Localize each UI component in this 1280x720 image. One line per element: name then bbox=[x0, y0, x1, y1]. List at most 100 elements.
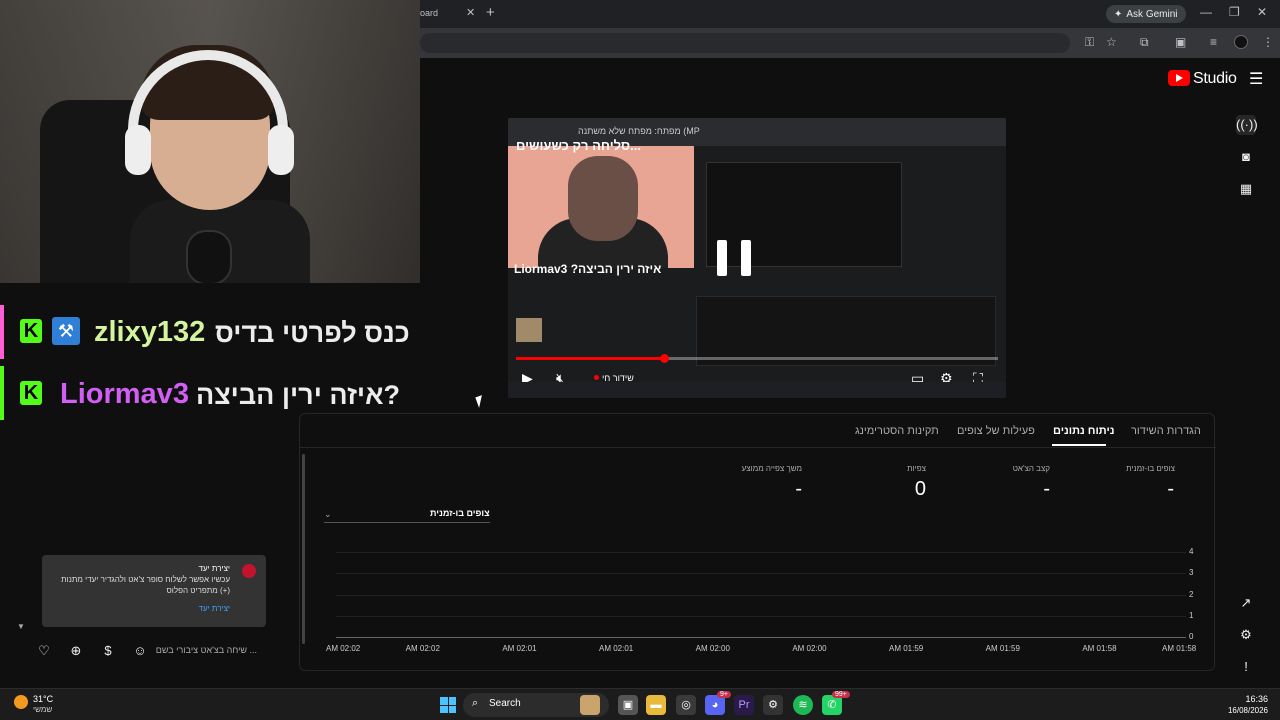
create-goal-link[interactable]: יצירת יעד bbox=[199, 604, 230, 613]
premiere-icon[interactable]: Pr bbox=[734, 695, 754, 715]
preview-screen-window bbox=[696, 296, 996, 366]
profile-avatar[interactable] bbox=[1234, 35, 1248, 49]
super-chat-icon[interactable]: $ bbox=[98, 641, 118, 661]
x-tick-label: AM 02:02 bbox=[405, 644, 440, 653]
clock-date[interactable]: 16/08/2026 bbox=[1214, 706, 1268, 715]
stream-preview-player[interactable]: מפתח: מפתח שלא משתנה (MP סליחה רק כשעושי… bbox=[508, 118, 1006, 398]
menu-icon[interactable]: ☰ bbox=[1249, 69, 1263, 89]
live-stream-icon[interactable]: ((·)) bbox=[1236, 115, 1258, 135]
windows-taskbar: 31°C שמשי ⌕ Search ▣ ▬ ◎ ◕ 9+ Pr ⚙ ≋ ✆ 9… bbox=[0, 688, 1280, 720]
ask-gemini-button[interactable]: ✦ Ask Gemini bbox=[1106, 5, 1186, 23]
tab-close-icon[interactable]: ✕ bbox=[466, 6, 475, 19]
chat-composer: ♡ ⊕ $ ☺ שיחה בצ'אט ציבורי בשם ... bbox=[30, 641, 265, 663]
x-tick-label: AM 02:01 bbox=[502, 644, 537, 653]
x-tick-label: AM 01:59 bbox=[889, 644, 924, 653]
live-dot-icon bbox=[594, 375, 599, 380]
bookmark-star-icon[interactable]: ☆ bbox=[1106, 35, 1117, 49]
browser-menu-icon[interactable]: ⋮ bbox=[1262, 35, 1274, 49]
y-tick-label: 4 bbox=[1189, 547, 1194, 556]
chat-username: zlixy132 bbox=[94, 316, 206, 348]
extensions-icon[interactable]: ⧉ bbox=[1140, 35, 1149, 50]
minimize-icon[interactable]: — bbox=[1200, 5, 1212, 19]
headphone-left-cup bbox=[125, 125, 151, 175]
preview-chat-thumbnail bbox=[516, 318, 542, 342]
chart-gridline bbox=[336, 552, 1186, 553]
mouse-cursor-icon bbox=[475, 395, 486, 408]
x-tick-label: AM 02:01 bbox=[599, 644, 634, 653]
goal-card-title: יצירת יעד bbox=[198, 564, 230, 573]
analytics-panel: הגדרות השידור ניתוח נתונים פעילות של צופ… bbox=[299, 413, 1216, 672]
close-window-icon[interactable]: ✕ bbox=[1257, 5, 1267, 19]
chat-input[interactable]: שיחה בצ'אט ציבורי בשם ... bbox=[156, 645, 257, 655]
gemini-icon: ✦ bbox=[1114, 8, 1123, 20]
chat-message-text: כנס לפרטי בדיס bbox=[215, 318, 410, 348]
maximize-icon[interactable]: ❐ bbox=[1229, 5, 1240, 19]
goal-card-body: עכשיו אפשר לשלוח סופר צ'אט ולהגדיר יעדי … bbox=[61, 575, 230, 595]
preview-webcam-face bbox=[568, 156, 638, 241]
kick-logo-icon: K bbox=[20, 381, 42, 405]
webcam-icon[interactable]: ◙ bbox=[1236, 147, 1256, 167]
side-panel-icon[interactable]: ▣ bbox=[1175, 35, 1186, 49]
viewers-chart: 4 3 2 1 0 AM 02:02 AM 02:02 AM 02:01 AM 02:01 AM … bbox=[300, 414, 1216, 672]
studio-title[interactable]: Studio bbox=[1193, 70, 1237, 88]
x-tick-label: AM 01:58 bbox=[1082, 644, 1117, 653]
chat-username: Liormav3 bbox=[60, 378, 189, 410]
new-tab-icon[interactable]: + bbox=[486, 4, 495, 21]
preview-banner-text: סליחה רק כשעושים... bbox=[516, 138, 641, 153]
x-tick-label: AM 01:59 bbox=[985, 644, 1020, 653]
feedback-icon[interactable]: ! bbox=[1236, 657, 1256, 677]
settings-gear-icon[interactable]: ⚙ bbox=[1236, 625, 1256, 645]
kick-logo-icon: K bbox=[20, 319, 42, 343]
youtube-logo-icon[interactable] bbox=[1168, 70, 1190, 86]
taskbar-search-label[interactable]: Search bbox=[489, 698, 521, 709]
weather-temperature[interactable]: 31°C bbox=[33, 694, 53, 704]
chat-message-accent-bar bbox=[0, 366, 4, 420]
preview-taskbar bbox=[508, 382, 1006, 398]
y-tick-label: 2 bbox=[1189, 589, 1194, 599]
chart-gridline bbox=[336, 637, 1186, 638]
whatsapp-icon[interactable]: ✆ bbox=[822, 695, 842, 715]
y-tick-label: 3 bbox=[1189, 568, 1194, 578]
webcam-feed bbox=[0, 0, 420, 283]
chart-gridline bbox=[336, 573, 1186, 575]
spotify-icon[interactable]: ≋ bbox=[793, 695, 813, 715]
emoji-icon[interactable]: ☺ bbox=[130, 641, 150, 661]
reading-list-icon[interactable]: ≡ bbox=[1210, 35, 1217, 49]
x-tick-label: AM 02:02 bbox=[326, 644, 361, 653]
windows-start-icon[interactable] bbox=[440, 697, 456, 713]
calendar-icon[interactable]: ▦ bbox=[1236, 179, 1256, 199]
task-view-icon[interactable]: ▣ bbox=[618, 695, 638, 715]
password-key-icon[interactable]: ⚿ bbox=[1085, 35, 1094, 50]
chat-message-accent-bar bbox=[0, 305, 4, 359]
weather-condition[interactable]: שמשי bbox=[33, 705, 52, 714]
search-highlight-icon[interactable] bbox=[580, 695, 600, 715]
chrome-icon[interactable]: ◎ bbox=[676, 695, 696, 715]
goal-promo-card: יצירת יעד עכשיו אפשר לשלוח סופר צ'אט ולה… bbox=[42, 555, 266, 627]
heart-icon[interactable]: ♡ bbox=[34, 641, 54, 661]
progress-scrubber[interactable] bbox=[660, 354, 669, 363]
file-explorer-icon[interactable]: ▬ bbox=[646, 695, 666, 715]
y-tick-label: 1 bbox=[1189, 610, 1194, 620]
microphone-icon bbox=[186, 230, 232, 283]
collapse-chevron-icon[interactable]: ▼ bbox=[17, 622, 25, 631]
x-tick-label: AM 02:00 bbox=[792, 644, 827, 653]
pause-icon[interactable] bbox=[717, 240, 751, 276]
weather-sun-icon[interactable] bbox=[14, 695, 28, 709]
chat-message-text: איזה ירין הביצה? bbox=[196, 380, 400, 410]
url-field[interactable] bbox=[420, 33, 1070, 53]
y-tick-label: 0 bbox=[1189, 632, 1194, 641]
clock-time[interactable]: 16:36 bbox=[1222, 694, 1268, 704]
search-icon: ⌕ bbox=[472, 697, 479, 709]
discord-badge: 9+ bbox=[717, 691, 731, 698]
external-link-icon[interactable]: ↗ bbox=[1236, 593, 1256, 613]
preview-chat-line: Liormav3 ?איזה ירין הביצה bbox=[514, 262, 662, 276]
tab-title[interactable]: oard bbox=[420, 8, 438, 18]
x-tick-label: AM 02:00 bbox=[695, 644, 730, 653]
chart-gridline bbox=[336, 594, 1186, 596]
moderator-hammer-icon: ⚒ bbox=[52, 317, 80, 345]
discord-icon[interactable]: ◕ bbox=[705, 695, 725, 715]
settings-app-icon[interactable]: ⚙ bbox=[763, 695, 783, 715]
add-plus-icon[interactable]: ⊕ bbox=[66, 641, 86, 661]
progress-bar-fill bbox=[516, 357, 664, 360]
x-tick-label: AM 01:58 bbox=[1162, 644, 1197, 653]
